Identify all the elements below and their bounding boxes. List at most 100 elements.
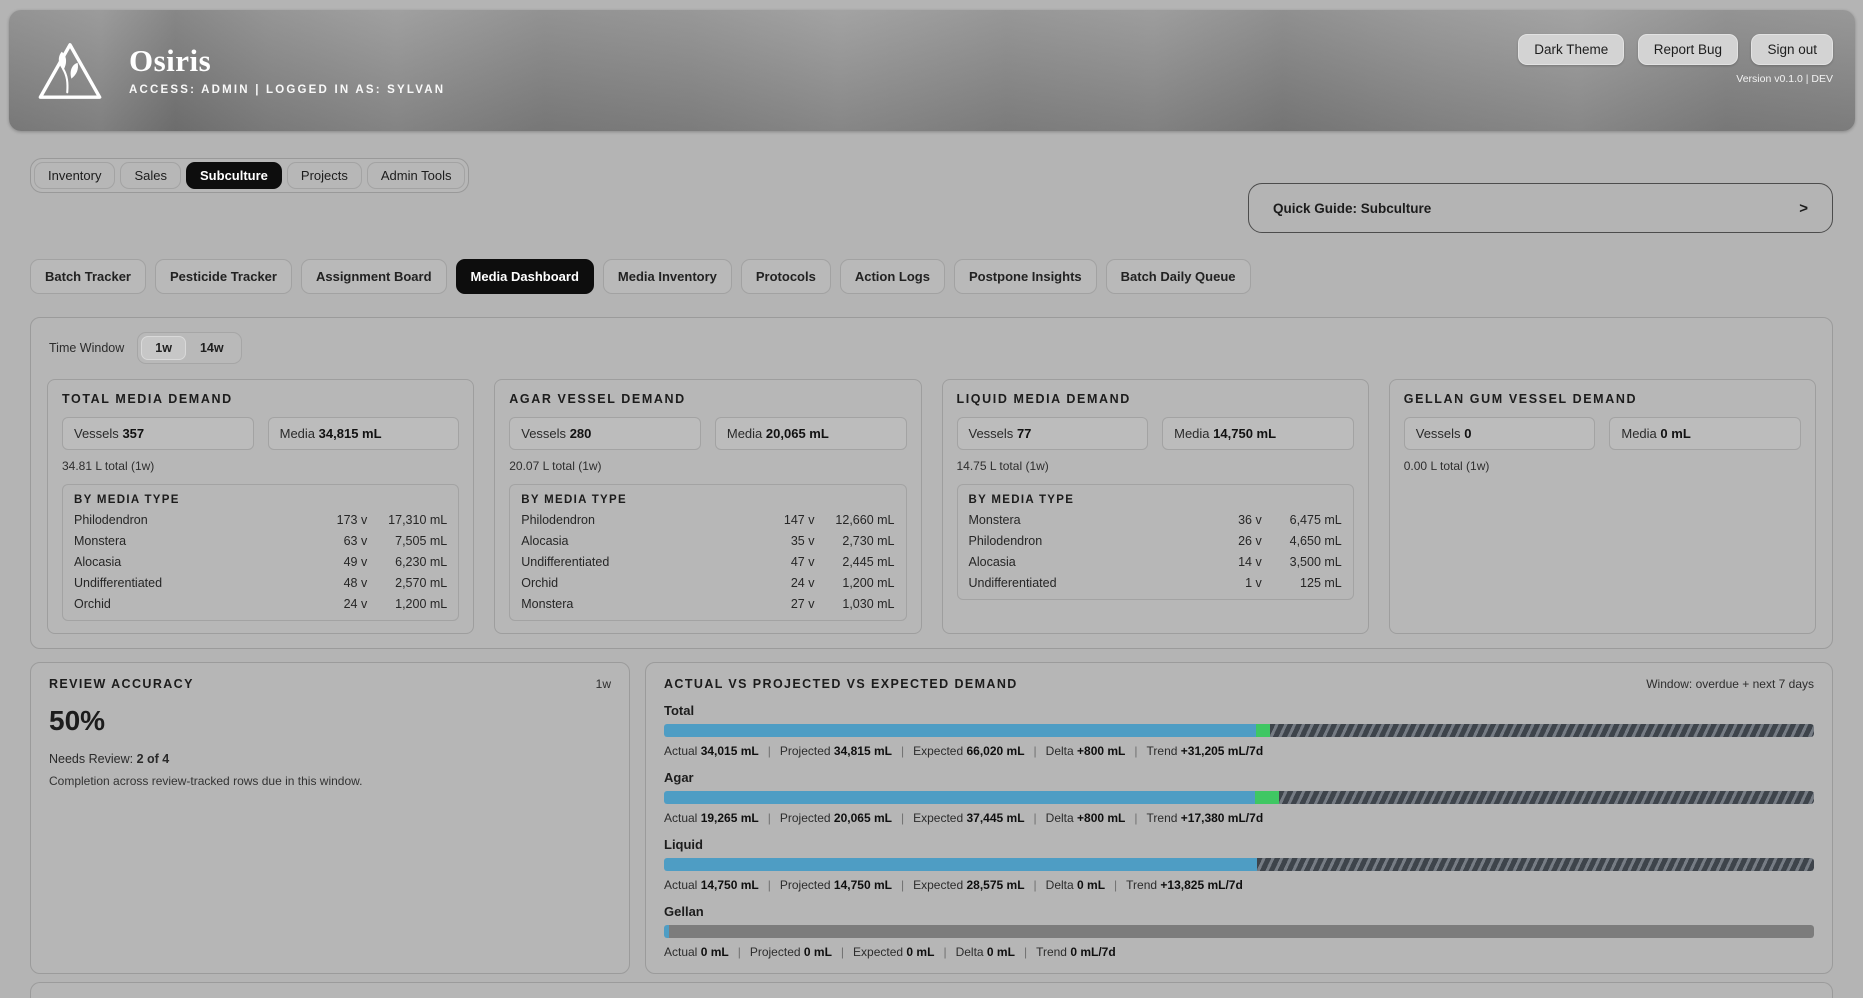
bar-stats: Actual 14,750 mLProjected 14,750 mLExpec… [664, 878, 1814, 892]
review-window-badge: 1w [596, 677, 611, 691]
media-type-row: Alocasia49 v6,230 mL [74, 555, 447, 569]
demand-progress-bar [664, 858, 1814, 871]
media-stat: Media 0 mL [1609, 417, 1801, 450]
vessels-stat: Vessels 280 [509, 417, 701, 450]
by-media-type-box: BY MEDIA TYPE Philodendron173 v17,310 mL… [62, 484, 459, 621]
nav-row: Inventory Sales Subculture Projects Admi… [30, 158, 1833, 233]
bar-group-agar: Agar Actual 19,265 mLProjected 20,065 mL… [664, 770, 1814, 825]
stat-boxes: Vessels 77 Media 14,750 mL [957, 417, 1354, 450]
card-agar-vessel-demand: AGAR VESSEL DEMAND Vessels 280 Media 20,… [494, 379, 921, 634]
time-window-toggle: 1w 14w [137, 332, 241, 364]
media-type-row: Undifferentiated1 v125 mL [969, 576, 1342, 590]
tab-subculture[interactable]: Subculture [186, 162, 282, 189]
tab-admin-tools[interactable]: Admin Tools [367, 162, 466, 189]
bar-actual-segment [664, 925, 669, 938]
card-title: TOTAL MEDIA DEMAND [62, 392, 459, 406]
tab-sales[interactable]: Sales [120, 162, 181, 189]
subtab-assignment-board[interactable]: Assignment Board [301, 259, 447, 294]
dark-theme-button[interactable]: Dark Theme [1518, 34, 1624, 65]
time-window-14w[interactable]: 14w [186, 336, 238, 360]
sign-out-button[interactable]: Sign out [1751, 34, 1833, 65]
time-window-1w[interactable]: 1w [141, 336, 186, 360]
review-accuracy-percent: 50% [49, 705, 611, 737]
card-gellan-gum-vessel-demand: GELLAN GUM VESSEL DEMAND Vessels 0 Media… [1389, 379, 1816, 634]
bar-stats: Actual 34,015 mLProjected 34,815 mLExpec… [664, 744, 1814, 758]
bar-remaining-segment [1279, 791, 1814, 804]
report-bug-button[interactable]: Report Bug [1638, 34, 1738, 65]
bar-remaining-segment [669, 925, 1814, 938]
total-line: 14.75 L total (1w) [957, 459, 1354, 473]
lower-row: REVIEW ACCURACY 1w 50% Needs Review: 2 o… [30, 662, 1833, 974]
version-label: Version v0.1.0 | DEV [1509, 73, 1833, 85]
subtab-batch-tracker[interactable]: Batch Tracker [30, 259, 146, 294]
osiris-logo-icon [35, 40, 105, 102]
sub-nav: Batch Tracker Pesticide Tracker Assignme… [30, 259, 1833, 294]
time-window-label: Time Window [49, 341, 124, 355]
subtab-postpone-insights[interactable]: Postpone Insights [954, 259, 1097, 294]
review-accuracy-panel: REVIEW ACCURACY 1w 50% Needs Review: 2 o… [30, 662, 630, 974]
vessels-stat: Vessels 77 [957, 417, 1149, 450]
tab-inventory[interactable]: Inventory [34, 162, 115, 189]
next-panel-partial [30, 982, 1833, 998]
bar-actual-segment [664, 791, 1255, 804]
header-banner: Osiris ACCESS: ADMIN | LOGGED IN AS: SYL… [9, 10, 1855, 131]
card-total-media-demand: TOTAL MEDIA DEMAND Vessels 357 Media 34,… [47, 379, 474, 634]
bar-group-label: Liquid [664, 837, 1814, 852]
demand-progress-bar [664, 724, 1814, 737]
vessels-stat: Vessels 0 [1404, 417, 1596, 450]
card-title: AGAR VESSEL DEMAND [509, 392, 906, 406]
demand-cards-row: TOTAL MEDIA DEMAND Vessels 357 Media 34,… [47, 379, 1816, 634]
subtab-pesticide-tracker[interactable]: Pesticide Tracker [155, 259, 292, 294]
bar-delta-segment [1255, 791, 1279, 804]
panel-head: ACTUAL VS PROJECTED VS EXPECTED DEMAND W… [664, 677, 1814, 691]
media-stat: Media 14,750 mL [1162, 417, 1354, 450]
bar-group-label: Total [664, 703, 1814, 718]
card-title: GELLAN GUM VESSEL DEMAND [1404, 392, 1801, 406]
review-description: Completion across review-tracked rows du… [49, 774, 611, 788]
stat-boxes: Vessels 280 Media 20,065 mL [509, 417, 906, 450]
bar-remaining-segment [1257, 858, 1814, 871]
quick-guide-label: Quick Guide: Subculture [1273, 201, 1431, 216]
app-title: Osiris [129, 45, 445, 76]
vessels-stat: Vessels 357 [62, 417, 254, 450]
subtab-media-dashboard[interactable]: Media Dashboard [456, 259, 594, 294]
card-title: LIQUID MEDIA DEMAND [957, 392, 1354, 406]
by-media-type-title: BY MEDIA TYPE [74, 494, 447, 506]
access-line: ACCESS: ADMIN | LOGGED IN AS: SYLVAN [129, 84, 445, 96]
media-type-row: Undifferentiated47 v2,445 mL [521, 555, 894, 569]
total-line: 0.00 L total (1w) [1404, 459, 1801, 473]
bar-actual-segment [664, 724, 1256, 737]
subtab-batch-daily-queue[interactable]: Batch Daily Queue [1106, 259, 1251, 294]
bar-group-label: Agar [664, 770, 1814, 785]
media-type-row: Orchid24 v1,200 mL [521, 576, 894, 590]
chevron-right-icon: > [1799, 200, 1808, 217]
actual-vs-projected-panel: ACTUAL VS PROJECTED VS EXPECTED DEMAND W… [645, 662, 1833, 974]
bar-group-gellan: Gellan Actual 0 mLProjected 0 mLExpected… [664, 904, 1814, 959]
by-media-type-title: BY MEDIA TYPE [969, 494, 1342, 506]
bar-actual-segment [664, 858, 1257, 871]
total-line: 34.81 L total (1w) [62, 459, 459, 473]
subtab-action-logs[interactable]: Action Logs [840, 259, 945, 294]
subtab-media-inventory[interactable]: Media Inventory [603, 259, 732, 294]
media-demand-panel: Time Window 1w 14w TOTAL MEDIA DEMAND Ve… [30, 317, 1833, 649]
bar-stats: Actual 0 mLProjected 0 mLExpected 0 mLDe… [664, 945, 1814, 959]
demand-progress-bar [664, 925, 1814, 938]
subtab-protocols[interactable]: Protocols [741, 259, 831, 294]
bar-group-total: Total Actual 34,015 mLProjected 34,815 m… [664, 703, 1814, 758]
media-type-row: Undifferentiated48 v2,570 mL [74, 576, 447, 590]
bar-group-liquid: Liquid Actual 14,750 mLProjected 14,750 … [664, 837, 1814, 892]
media-type-row: Alocasia14 v3,500 mL [969, 555, 1342, 569]
by-media-type-title: BY MEDIA TYPE [521, 494, 894, 506]
quick-guide-panel[interactable]: Quick Guide: Subculture > [1248, 183, 1833, 233]
panel-head: REVIEW ACCURACY 1w [49, 677, 611, 691]
media-type-row: Philodendron147 v12,660 mL [521, 513, 894, 527]
needs-review-line: Needs Review: 2 of 4 [49, 752, 611, 766]
media-type-row: Alocasia35 v2,730 mL [521, 534, 894, 548]
by-media-type-box: BY MEDIA TYPE Philodendron147 v12,660 mL… [509, 484, 906, 621]
bar-delta-segment [1256, 724, 1270, 737]
review-accuracy-title: REVIEW ACCURACY [49, 677, 194, 691]
bar-stats: Actual 19,265 mLProjected 20,065 mLExpec… [664, 811, 1814, 825]
media-type-row: Monstera36 v6,475 mL [969, 513, 1342, 527]
stat-boxes: Vessels 357 Media 34,815 mL [62, 417, 459, 450]
tab-projects[interactable]: Projects [287, 162, 362, 189]
